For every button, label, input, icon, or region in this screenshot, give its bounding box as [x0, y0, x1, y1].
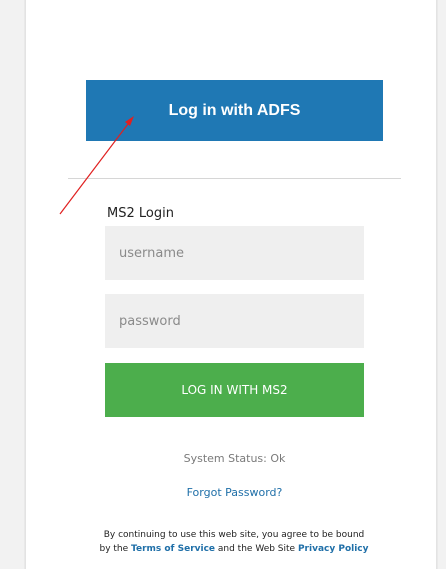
username-input[interactable]: [105, 226, 364, 280]
terms-disclaimer: By continuing to use this web site, you …: [78, 528, 390, 556]
forgot-password-link[interactable]: Forgot Password?: [0, 486, 446, 499]
terms-of-service-link[interactable]: Terms of Service: [131, 544, 215, 554]
adfs-login-label: Log in with ADFS: [168, 101, 301, 119]
password-input[interactable]: [105, 294, 364, 348]
ms2-login-button[interactable]: LOG IN WITH MS2: [105, 363, 364, 417]
section-divider: [68, 178, 401, 179]
ms2-login-heading: MS2 Login: [107, 206, 174, 221]
privacy-policy-link[interactable]: Privacy Policy: [298, 544, 369, 554]
system-status: System Status: Ok: [183, 452, 286, 465]
ms2-login-label: LOG IN WITH MS2: [181, 383, 288, 397]
disclaimer-line1: By continuing to use this web site, you …: [103, 530, 365, 540]
adfs-login-button[interactable]: Log in with ADFS: [86, 80, 383, 141]
disclaimer-mid: and the Web Site: [215, 544, 298, 554]
disclaimer-pre-terms: by the: [99, 544, 132, 554]
